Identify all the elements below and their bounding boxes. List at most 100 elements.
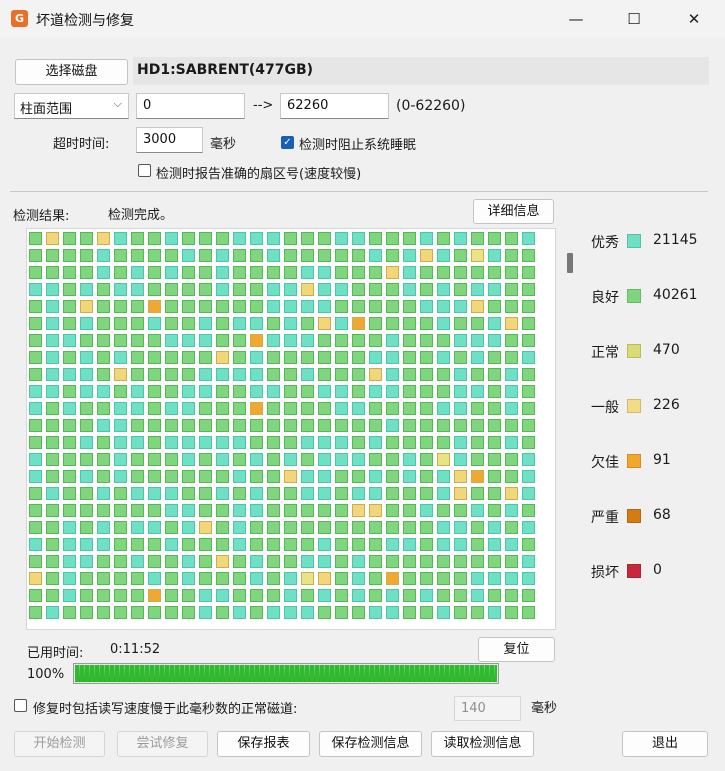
range-start-input[interactable]: 0	[136, 93, 245, 119]
sector-cell	[165, 283, 178, 296]
repair-threshold-input[interactable]: 140	[454, 696, 521, 721]
sector-cell	[29, 453, 42, 466]
sector-cell	[471, 453, 484, 466]
sector-cell	[454, 266, 467, 279]
repair-slow-checkbox[interactable]	[14, 699, 27, 712]
reset-button[interactable]: 复位	[478, 637, 555, 662]
sector-cell	[199, 606, 212, 619]
sector-cell	[165, 555, 178, 568]
sector-cell	[63, 317, 76, 330]
sector-cell	[471, 249, 484, 262]
sector-cell	[46, 521, 59, 534]
timeout-input[interactable]: 3000	[136, 127, 203, 153]
sector-cell	[114, 521, 127, 534]
sector-cell	[369, 266, 382, 279]
range-end-input[interactable]: 62260	[280, 93, 389, 119]
sector-cell	[199, 521, 212, 534]
sector-cell	[182, 351, 195, 364]
sector-cell	[29, 385, 42, 398]
sector-cell	[488, 334, 501, 347]
start-scan-button[interactable]: 开始检测	[14, 731, 105, 757]
sector-cell	[182, 470, 195, 483]
sector-cell	[352, 538, 365, 551]
sector-cell	[97, 385, 110, 398]
sector-cell	[505, 538, 518, 551]
sector-cell	[148, 266, 161, 279]
report-sector-label: 检测时报告准确的扇区号(速度较慢)	[156, 167, 362, 182]
legend-count: 91	[653, 452, 671, 468]
details-button[interactable]: 详细信息	[473, 199, 554, 224]
sector-cell	[488, 317, 501, 330]
sector-cell	[63, 470, 76, 483]
minimize-button[interactable]: —	[553, 0, 599, 38]
sector-cell	[148, 232, 161, 245]
sector-cell	[437, 504, 450, 517]
sector-cell	[335, 368, 348, 381]
sector-cell	[165, 232, 178, 245]
sector-cell	[216, 572, 229, 585]
prevent-sleep-label: 检测时阻止系统睡眠	[299, 138, 417, 153]
select-disk-button[interactable]: 选择磁盘	[15, 59, 128, 85]
sector-cell	[488, 402, 501, 415]
sector-cell	[216, 385, 229, 398]
sector-cell	[420, 436, 433, 449]
range-mode-select[interactable]: 柱面范围 ⌵	[14, 93, 129, 119]
sector-cell	[63, 572, 76, 585]
try-repair-button[interactable]: 尝试修复	[117, 731, 208, 757]
sector-cell	[97, 368, 110, 381]
sector-cell	[250, 538, 263, 551]
sector-cell	[165, 266, 178, 279]
sector-cell	[233, 368, 246, 381]
sector-cell	[352, 521, 365, 534]
sector-cell	[165, 436, 178, 449]
sector-cell	[233, 572, 246, 585]
sector-cell	[199, 504, 212, 517]
report-sector-checkbox[interactable]	[138, 164, 151, 177]
sector-cell	[284, 589, 297, 602]
save-scan-info-button[interactable]: 保存检测信息	[319, 731, 422, 757]
scrollbar-thumb[interactable]	[567, 253, 573, 273]
sector-cell	[403, 317, 416, 330]
load-scan-info-button[interactable]: 读取检测信息	[431, 731, 534, 757]
sector-cell	[284, 436, 297, 449]
sector-cell	[97, 504, 110, 517]
sector-cell	[403, 402, 416, 415]
sector-cell	[386, 572, 399, 585]
close-button[interactable]: ✕	[671, 0, 717, 38]
sector-cell	[318, 521, 331, 534]
sector-cell	[318, 589, 331, 602]
sector-cell	[318, 266, 331, 279]
sector-cell	[182, 555, 195, 568]
legend-swatch	[627, 454, 641, 468]
sector-cell	[488, 538, 501, 551]
sector-cell	[420, 470, 433, 483]
sector-cell	[335, 538, 348, 551]
sector-cell	[267, 521, 280, 534]
sector-cell	[403, 368, 416, 381]
sector-cell	[148, 351, 161, 364]
sector-cell	[403, 436, 416, 449]
sector-cell	[471, 351, 484, 364]
sector-cell	[403, 572, 416, 585]
prevent-sleep-checkbox[interactable]: ✓	[281, 136, 294, 149]
app-logo-icon: G	[11, 10, 28, 27]
sector-cell	[318, 385, 331, 398]
legend-label: 欠佳	[591, 455, 619, 471]
exit-button[interactable]: 退出	[622, 731, 708, 757]
sector-cell	[420, 555, 433, 568]
sector-cell	[46, 351, 59, 364]
sector-cell	[505, 351, 518, 364]
sector-cell	[471, 538, 484, 551]
save-report-button[interactable]: 保存报表	[217, 731, 310, 757]
sector-cell	[488, 521, 501, 534]
sector-cell	[488, 368, 501, 381]
sector-cell	[488, 300, 501, 313]
sector-cell	[80, 504, 93, 517]
sector-cell	[199, 538, 212, 551]
sector-cell	[284, 606, 297, 619]
maximize-button[interactable]: ☐	[611, 0, 657, 38]
sector-cell	[148, 453, 161, 466]
legend-swatch	[627, 399, 641, 413]
sector-cell	[318, 249, 331, 262]
sector-cell	[301, 555, 314, 568]
